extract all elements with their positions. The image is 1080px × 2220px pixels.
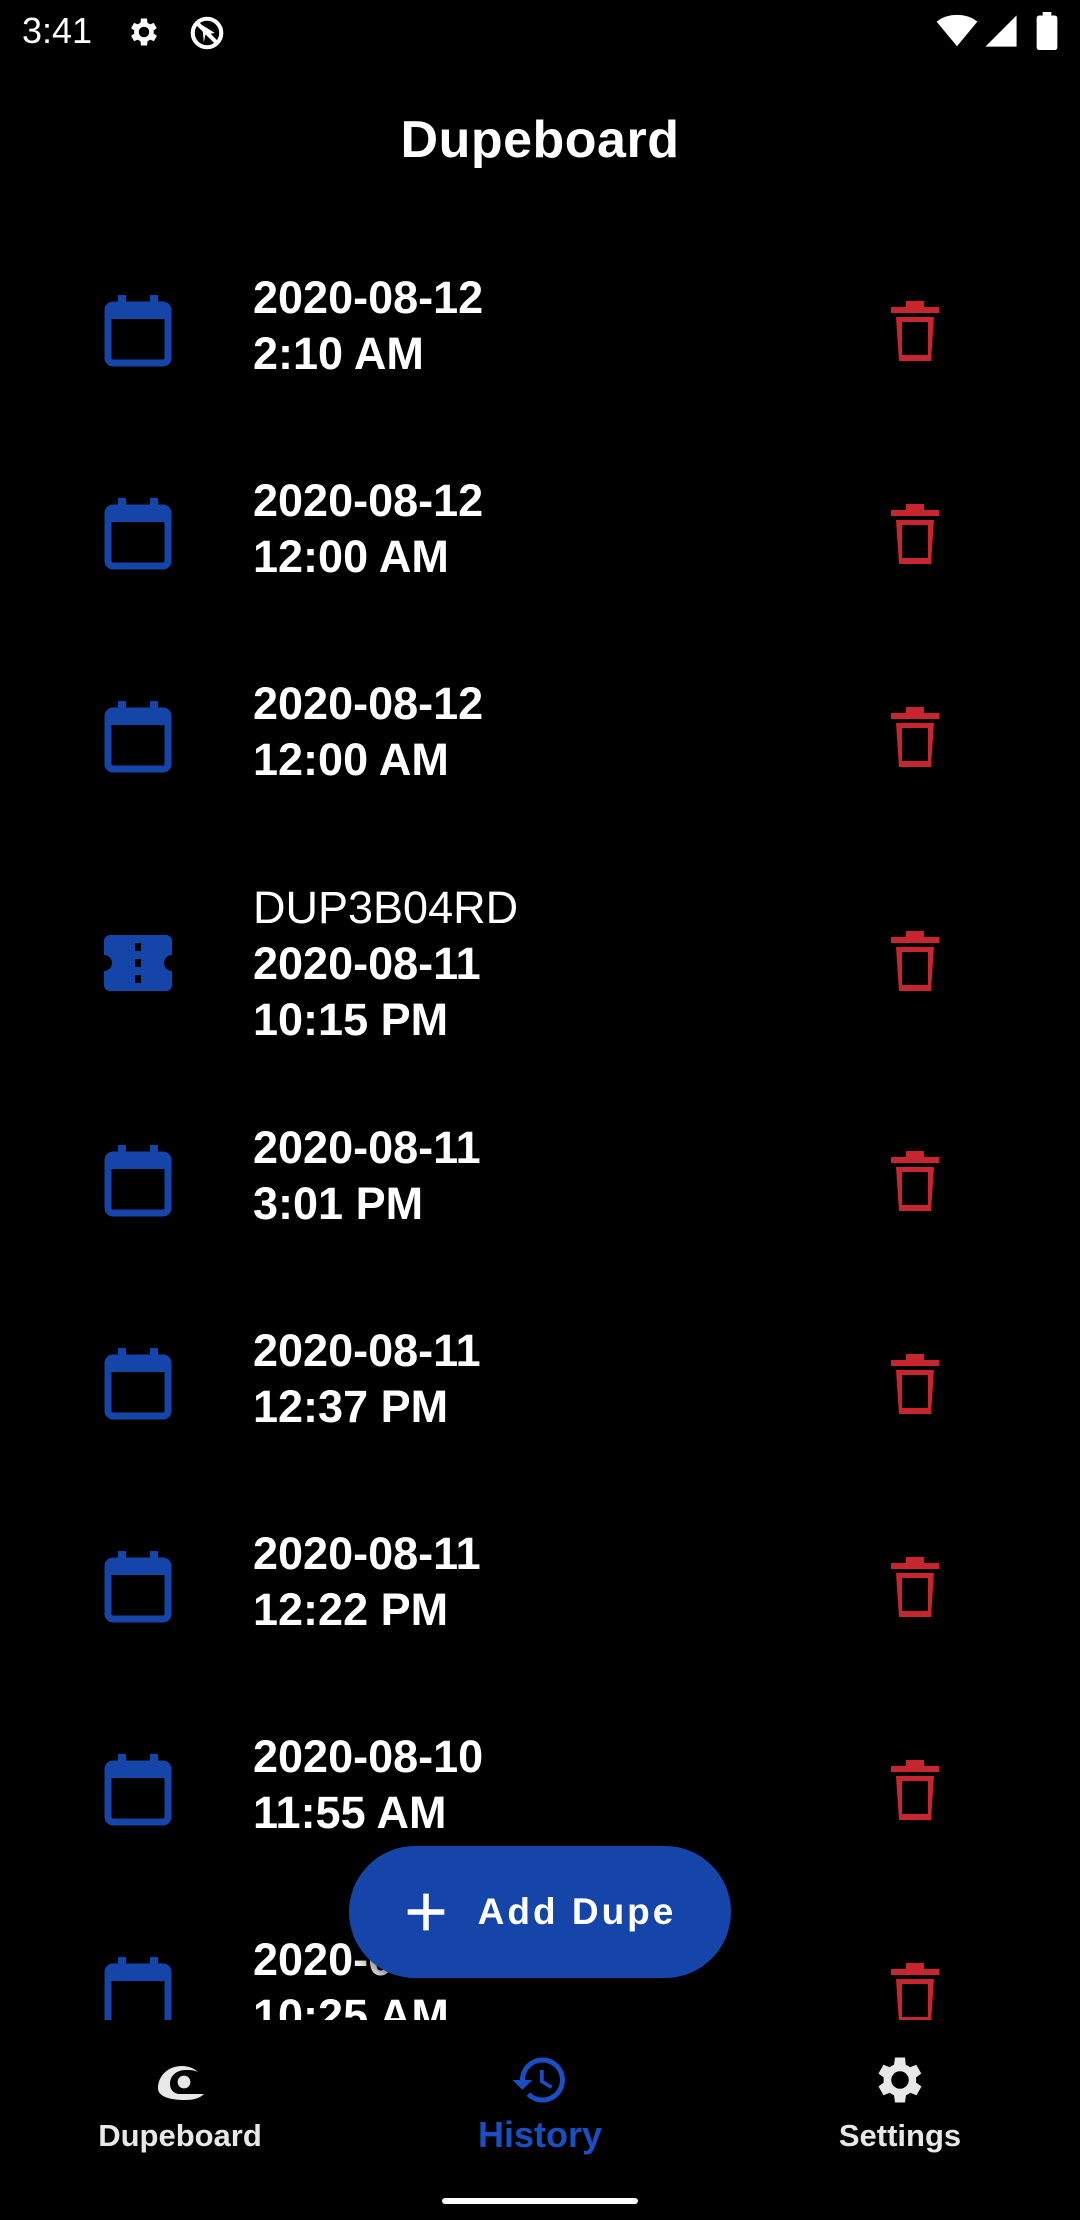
nav-label-dupeboard: Dupeboard — [98, 2118, 262, 2153]
nav-item-settings[interactable]: Settings — [720, 2050, 1080, 2154]
entry-date: 2020-08-12 — [253, 272, 484, 323]
entry-date: 2020-08-11 — [253, 1122, 481, 1173]
nav-label-settings: Settings — [838, 2118, 962, 2153]
entry-date: 2020-08-12 — [253, 678, 484, 729]
history-list[interactable]: 2020-08-12 2:10 AM 2020-08-12 12:00 AM 2020-… — [0, 240, 1080, 2020]
entry-time: 3:01 PM — [253, 1178, 424, 1229]
settings-gear-icon — [131, 18, 157, 46]
calendar-icon — [104, 1754, 172, 1826]
entry-date: 2020-08-11 — [253, 1325, 481, 1376]
delete-icon[interactable] — [889, 1760, 941, 1820]
calendar-icon — [104, 1551, 172, 1623]
calendar-icon — [104, 1957, 172, 2020]
delete-icon[interactable] — [889, 931, 941, 991]
entry-date: 2020-08-10 — [253, 1731, 484, 1782]
nav-item-history[interactable]: History — [360, 2050, 720, 2156]
bottom-navigation: Dupeboard History Settings — [0, 2020, 1080, 2220]
add-dupe-button[interactable]: Add Dupe — [349, 1846, 731, 1978]
page-title: Dupeboard — [400, 111, 680, 169]
calendar-icon — [104, 295, 172, 367]
calendar-icon — [104, 1348, 172, 1420]
nav-label-history: History — [477, 2114, 603, 2155]
entry-time: 10:25 AM — [253, 1990, 449, 2020]
status-time: 3:41 — [22, 10, 93, 51]
ticket-icon — [104, 935, 172, 1007]
battery-icon — [1036, 12, 1058, 50]
entry-time: 12:00 AM — [253, 734, 449, 785]
home-indicator — [442, 2198, 638, 2204]
settings-icon — [878, 2057, 922, 2103]
delete-icon[interactable] — [889, 1557, 941, 1617]
entry-date: 2020-08-12 — [253, 475, 484, 526]
wifi-icon — [936, 14, 978, 47]
delete-icon[interactable] — [889, 707, 941, 767]
calendar-icon — [104, 1145, 172, 1217]
dupeboard-icon — [158, 2066, 204, 2100]
status-bar: 3:41 — [0, 0, 1080, 64]
entry-text: 2020-08-12 12:00 AM — [253, 676, 483, 788]
entry-text: 2020-08-10 11:55 AM — [253, 1729, 483, 1841]
signal-icon — [985, 15, 1017, 47]
entry-time: 12:22 PM — [253, 1584, 449, 1635]
entry-date: 2020-08-11 — [253, 938, 481, 989]
plus-icon — [407, 1893, 444, 1931]
entry-text: 2020-08-12 2:10 AM — [253, 270, 483, 382]
entry-time: 11:55 AM — [253, 1787, 447, 1838]
entry-time: 10:15 PM — [253, 994, 449, 1045]
delete-icon[interactable] — [889, 504, 941, 564]
nav-item-dupeboard[interactable]: Dupeboard — [0, 2050, 360, 2154]
calendar-icon — [104, 701, 172, 773]
delete-icon[interactable] — [889, 1354, 941, 1414]
calendar-icon — [104, 498, 172, 570]
add-dupe-label: Add Dupe — [477, 1891, 677, 1932]
delete-icon[interactable] — [889, 1963, 941, 2020]
no-location-icon — [190, 16, 224, 50]
entry-text: 2020-08-11 12:37 PM — [253, 1323, 481, 1435]
entry-date: 2020-08-11 — [253, 1528, 481, 1579]
delete-icon[interactable] — [889, 1151, 941, 1211]
entry-time: 12:00 AM — [253, 531, 449, 582]
entry-time: 2:10 AM — [253, 328, 424, 379]
entry-text: 2020-08-12 12:00 AM — [253, 473, 483, 585]
entry-text: 2020-08-11 12:22 PM — [253, 1526, 481, 1638]
entry-text: DUP3B04RD 2020-08-11 10:15 PM — [253, 880, 518, 1048]
delete-icon[interactable] — [889, 301, 941, 361]
entry-text: 2020-08-11 3:01 PM — [253, 1120, 481, 1232]
history-icon — [512, 2057, 565, 2103]
entry-time: 12:37 PM — [253, 1381, 449, 1432]
dupe-code: DUP3B04RD — [253, 882, 519, 933]
